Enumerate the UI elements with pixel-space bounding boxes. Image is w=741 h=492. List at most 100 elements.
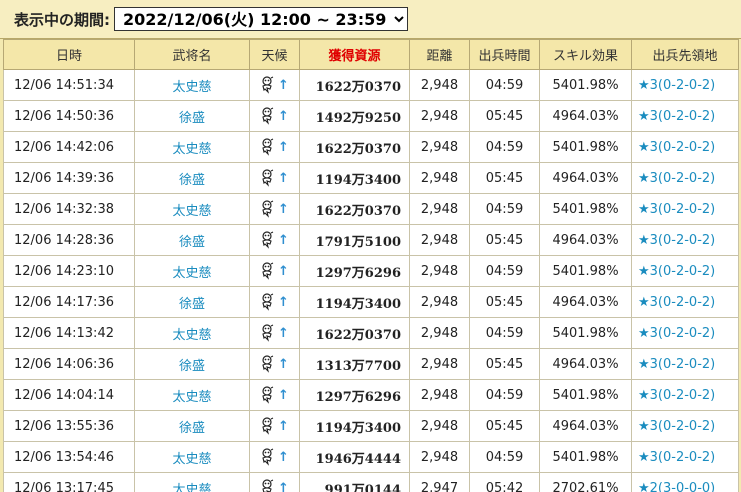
period-select[interactable]: 2022/12/06(火) 12:00 ~ 23:59 bbox=[114, 7, 408, 31]
col-header-destination[interactable]: 出兵先領地 bbox=[631, 39, 739, 70]
col-header-duration[interactable]: 出兵時間 bbox=[469, 39, 540, 70]
destination-label[interactable]: 3(0-2-0-2) bbox=[650, 171, 716, 186]
star-icon: ★ bbox=[638, 170, 650, 186]
col-header-resources[interactable]: 獲得資源 bbox=[299, 39, 410, 70]
destination-label[interactable]: 3(0-2-0-2) bbox=[650, 109, 716, 124]
weather-lightning-icon bbox=[262, 169, 274, 187]
cell-skill: 5401.98% bbox=[539, 69, 632, 101]
star-icon: ★ bbox=[638, 139, 650, 155]
weather-lightning-icon bbox=[262, 417, 274, 435]
cell-datetime: 12/06 13:17:45 bbox=[3, 472, 135, 492]
weather-lightning-icon bbox=[262, 138, 274, 156]
table-row: 12/06 14:42:06 太史慈 ↑ 1622万0370 2,948 04:… bbox=[3, 131, 739, 163]
cell-distance: 2,948 bbox=[409, 255, 470, 287]
destination-label[interactable]: 3(0-2-0-2) bbox=[650, 264, 716, 279]
cell-general-link[interactable]: 太史慈 bbox=[134, 131, 250, 163]
cell-destination-link[interactable]: ★3(0-2-0-2) bbox=[631, 286, 739, 318]
star-icon: ★ bbox=[638, 201, 650, 217]
cell-duration: 04:59 bbox=[469, 255, 540, 287]
cell-datetime: 12/06 14:17:36 bbox=[3, 286, 135, 318]
cell-general-link[interactable]: 徐盛 bbox=[134, 410, 250, 442]
table-row: 12/06 13:55:36 徐盛 ↑ 1194万3400 2,948 05:4… bbox=[3, 410, 739, 442]
cell-resources: 1313万7700 bbox=[299, 348, 410, 380]
destination-label[interactable]: 3(0-2-0-2) bbox=[650, 450, 716, 465]
col-header-skill[interactable]: スキル効果 bbox=[539, 39, 632, 70]
cell-datetime: 12/06 14:39:36 bbox=[3, 162, 135, 194]
cell-general-link[interactable]: 徐盛 bbox=[134, 162, 250, 194]
cell-destination-link[interactable]: ★3(0-2-0-2) bbox=[631, 100, 739, 132]
col-header-general[interactable]: 武将名 bbox=[134, 39, 250, 70]
up-arrow-icon: ↑ bbox=[278, 356, 289, 372]
cell-resources: 1194万3400 bbox=[299, 162, 410, 194]
col-header-distance[interactable]: 距離 bbox=[409, 39, 470, 70]
star-icon: ★ bbox=[638, 325, 650, 341]
cell-destination-link[interactable]: ★3(0-2-0-2) bbox=[631, 69, 739, 101]
col-header-weather[interactable]: 天候 bbox=[249, 39, 300, 70]
destination-label[interactable]: 3(0-2-0-2) bbox=[650, 140, 716, 155]
destination-label[interactable]: 3(0-2-0-2) bbox=[650, 357, 716, 372]
cell-duration: 05:45 bbox=[469, 348, 540, 380]
up-arrow-icon: ↑ bbox=[278, 480, 289, 492]
cell-destination-link[interactable]: ★2(3-0-0-0) bbox=[631, 472, 739, 492]
cell-weather: ↑ bbox=[249, 162, 300, 194]
destination-label[interactable]: 3(0-2-0-2) bbox=[650, 202, 716, 217]
destination-label[interactable]: 3(0-2-0-2) bbox=[650, 326, 716, 341]
weather-lightning-icon bbox=[262, 324, 274, 342]
weather-lightning-icon bbox=[262, 262, 274, 280]
cell-skill: 2702.61% bbox=[539, 472, 632, 492]
cell-resources: 1492万9250 bbox=[299, 100, 410, 132]
weather-lightning-icon bbox=[262, 448, 274, 466]
cell-destination-link[interactable]: ★3(0-2-0-2) bbox=[631, 193, 739, 225]
cell-distance: 2,948 bbox=[409, 286, 470, 318]
cell-destination-link[interactable]: ★3(0-2-0-2) bbox=[631, 348, 739, 380]
cell-destination-link[interactable]: ★3(0-2-0-2) bbox=[631, 379, 739, 411]
up-arrow-icon: ↑ bbox=[278, 232, 289, 248]
cell-general-link[interactable]: 太史慈 bbox=[134, 472, 250, 492]
table-row: 12/06 14:04:14 太史慈 ↑ 1297万6296 2,948 04:… bbox=[3, 379, 739, 411]
cell-datetime: 12/06 14:06:36 bbox=[3, 348, 135, 380]
cell-duration: 05:45 bbox=[469, 100, 540, 132]
cell-destination-link[interactable]: ★3(0-2-0-2) bbox=[631, 162, 739, 194]
col-header-datetime[interactable]: 日時 bbox=[3, 39, 135, 70]
up-arrow-icon: ↑ bbox=[278, 77, 289, 93]
cell-general-link[interactable]: 徐盛 bbox=[134, 348, 250, 380]
table-row: 12/06 14:13:42 太史慈 ↑ 1622万0370 2,948 04:… bbox=[3, 317, 739, 349]
cell-general-link[interactable]: 太史慈 bbox=[134, 317, 250, 349]
cell-distance: 2,948 bbox=[409, 348, 470, 380]
destination-label[interactable]: 3(0-2-0-2) bbox=[650, 388, 716, 403]
cell-destination-link[interactable]: ★3(0-2-0-2) bbox=[631, 255, 739, 287]
cell-general-link[interactable]: 太史慈 bbox=[134, 69, 250, 101]
cell-general-link[interactable]: 太史慈 bbox=[134, 379, 250, 411]
cell-destination-link[interactable]: ★3(0-2-0-2) bbox=[631, 224, 739, 256]
table-row: 12/06 14:32:38 太史慈 ↑ 1622万0370 2,948 04:… bbox=[3, 193, 739, 225]
cell-general-link[interactable]: 太史慈 bbox=[134, 255, 250, 287]
cell-destination-link[interactable]: ★3(0-2-0-2) bbox=[631, 410, 739, 442]
cell-weather: ↑ bbox=[249, 317, 300, 349]
cell-duration: 04:59 bbox=[469, 379, 540, 411]
up-arrow-icon: ↑ bbox=[278, 294, 289, 310]
weather-lightning-icon bbox=[262, 76, 274, 94]
cell-skill: 5401.98% bbox=[539, 317, 632, 349]
destination-label[interactable]: 3(0-2-0-2) bbox=[650, 233, 716, 248]
cell-skill: 4964.03% bbox=[539, 348, 632, 380]
cell-distance: 2,948 bbox=[409, 162, 470, 194]
cell-general-link[interactable]: 徐盛 bbox=[134, 286, 250, 318]
cell-general-link[interactable]: 徐盛 bbox=[134, 100, 250, 132]
cell-skill: 5401.98% bbox=[539, 131, 632, 163]
destination-label[interactable]: 2(3-0-0-0) bbox=[650, 481, 716, 492]
destination-label[interactable]: 3(0-2-0-2) bbox=[650, 295, 716, 310]
up-arrow-icon: ↑ bbox=[278, 170, 289, 186]
cell-general-link[interactable]: 太史慈 bbox=[134, 441, 250, 473]
cell-distance: 2,948 bbox=[409, 379, 470, 411]
cell-destination-link[interactable]: ★3(0-2-0-2) bbox=[631, 131, 739, 163]
destination-label[interactable]: 3(0-2-0-2) bbox=[650, 78, 716, 93]
cell-general-link[interactable]: 徐盛 bbox=[134, 224, 250, 256]
cell-skill: 4964.03% bbox=[539, 162, 632, 194]
cell-destination-link[interactable]: ★3(0-2-0-2) bbox=[631, 317, 739, 349]
cell-datetime: 12/06 14:42:06 bbox=[3, 131, 135, 163]
cell-destination-link[interactable]: ★3(0-2-0-2) bbox=[631, 441, 739, 473]
up-arrow-icon: ↑ bbox=[278, 387, 289, 403]
destination-label[interactable]: 3(0-2-0-2) bbox=[650, 419, 716, 434]
cell-general-link[interactable]: 太史慈 bbox=[134, 193, 250, 225]
cell-datetime: 12/06 13:55:36 bbox=[3, 410, 135, 442]
